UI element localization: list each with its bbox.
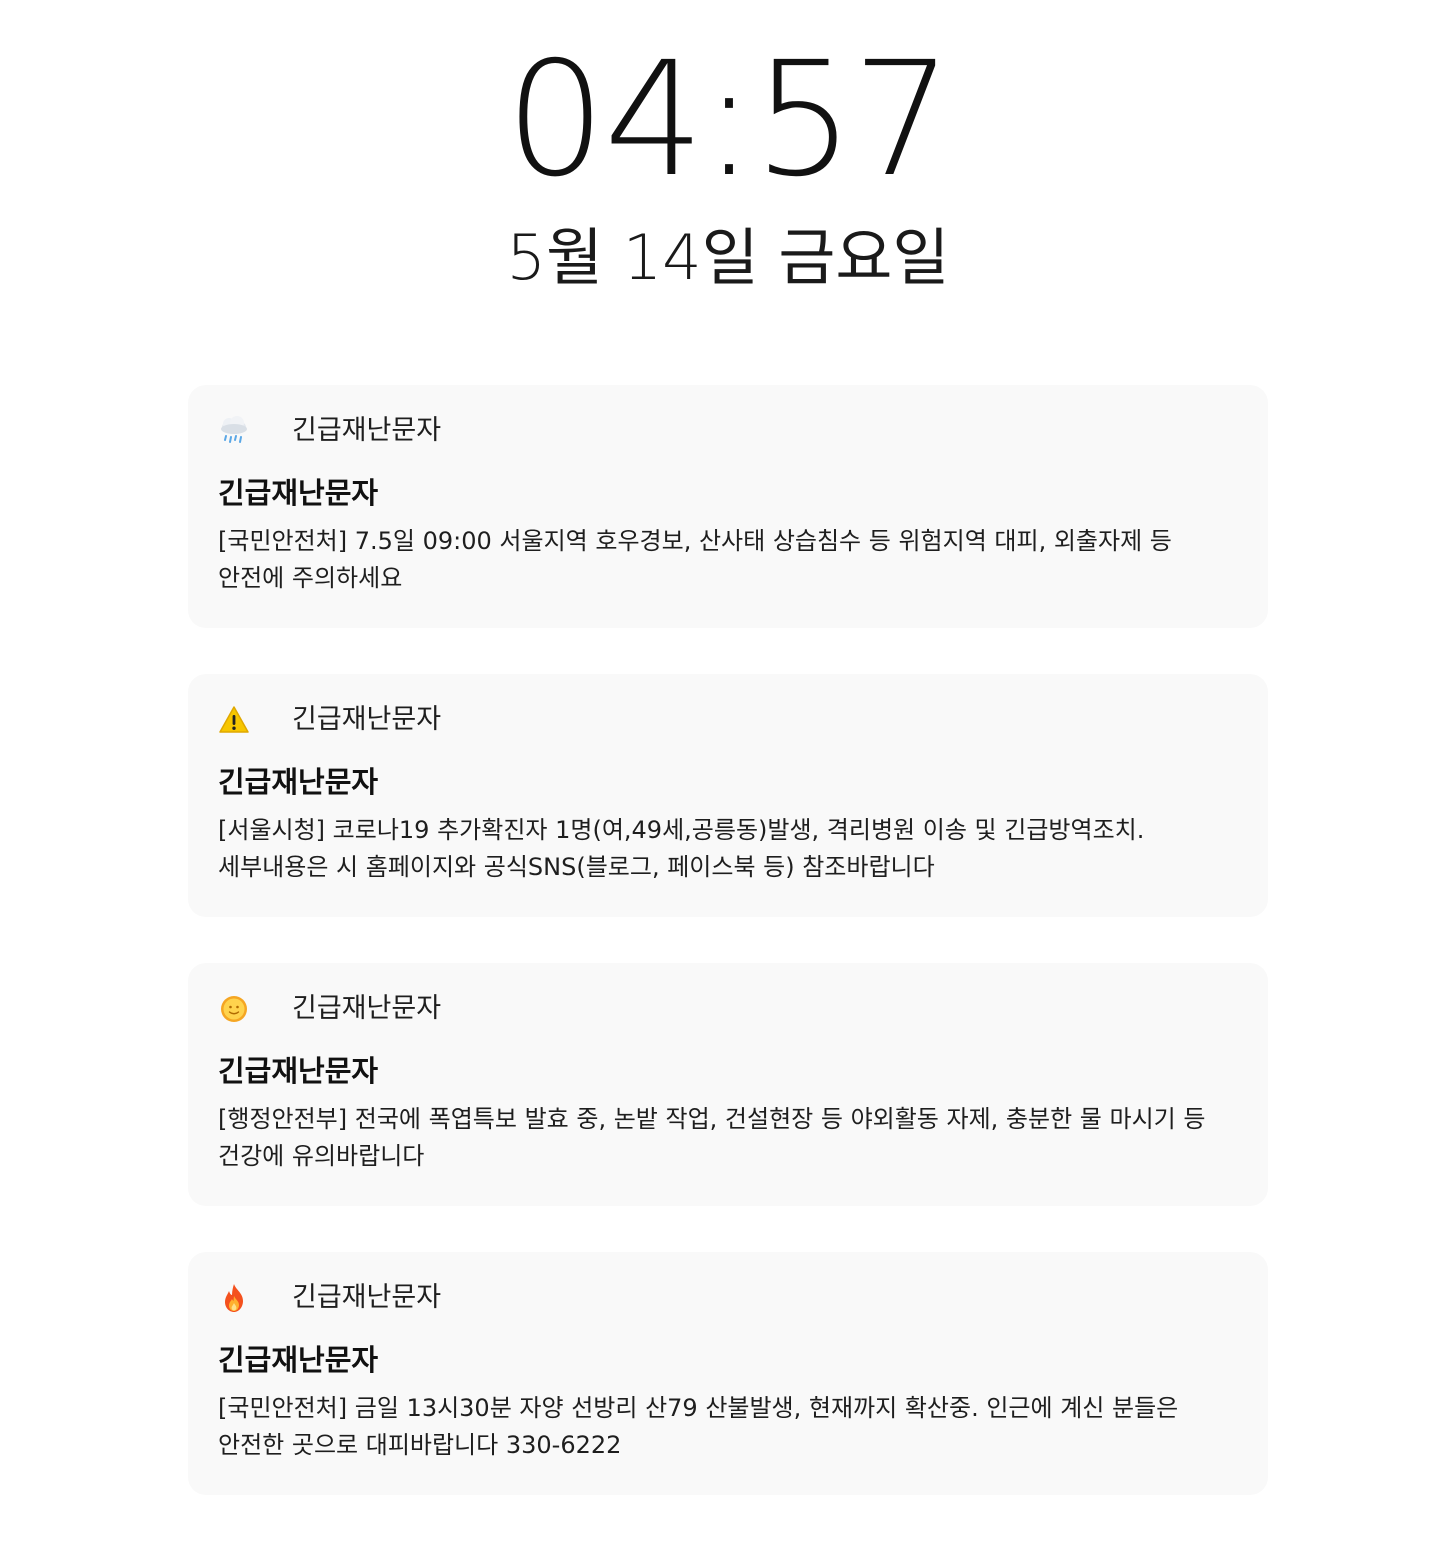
notification-app-name: 긴급재난문자 [292, 415, 442, 446]
notification-title: 긴급재난문자 [218, 1054, 379, 1088]
rain-cloud-icon [218, 415, 250, 447]
notification-header: 긴급재난문자 [218, 700, 1238, 740]
notification-card[interactable]: 긴급재난문자 긴급재난문자 [국민안전처] 7.5일 09:00 서울지역 호우… [188, 385, 1268, 628]
warning-icon [218, 704, 250, 736]
notification-card[interactable]: 긴급재난문자 긴급재난문자 [서울시청] 코로나19 추가확진자 1명(여,49… [188, 674, 1268, 917]
notification-app-name: 긴급재난문자 [292, 993, 442, 1024]
notification-header: 긴급재난문자 [218, 989, 1238, 1029]
notification-title: 긴급재난문자 [218, 765, 379, 799]
notification-card[interactable]: 긴급재난문자 긴급재난문자 [국민안전처] 금일 13시30분 자양 선방리 산… [188, 1252, 1268, 1495]
sun-icon [218, 993, 250, 1025]
notification-body: [국민안전처] 7.5일 09:00 서울지역 호우경보, 산사태 상습침수 등… [218, 527, 1172, 592]
lockscreen-date: 5월 14일 금요일 [506, 221, 950, 294]
notification-app-name: 긴급재난문자 [292, 1282, 442, 1313]
notification-app-name: 긴급재난문자 [292, 704, 442, 735]
notification-header: 긴급재난문자 [218, 411, 1238, 451]
notification-header: 긴급재난문자 [218, 1278, 1238, 1318]
lockscreen-clock: 04:57 [505, 28, 952, 212]
notification-body: [국민안전처] 금일 13시30분 자양 선방리 산79 산불발생, 현재까지 … [218, 1394, 1179, 1459]
notification-title: 긴급재난문자 [218, 1343, 379, 1377]
fire-icon [218, 1282, 250, 1314]
notification-body: [서울시청] 코로나19 추가확진자 1명(여,49세,공릉동)발생, 격리병원… [218, 816, 1145, 881]
notification-title: 긴급재난문자 [218, 476, 379, 510]
notification-list: 긴급재난문자 긴급재난문자 [국민안전처] 7.5일 09:00 서울지역 호우… [188, 385, 1268, 1541]
notification-card[interactable]: 긴급재난문자 긴급재난문자 [행정안전부] 전국에 폭엽특보 발효 중, 논밭 … [188, 963, 1268, 1206]
notification-body: [행정안전부] 전국에 폭엽특보 발효 중, 논밭 작업, 건설현장 등 야외활… [218, 1105, 1206, 1170]
